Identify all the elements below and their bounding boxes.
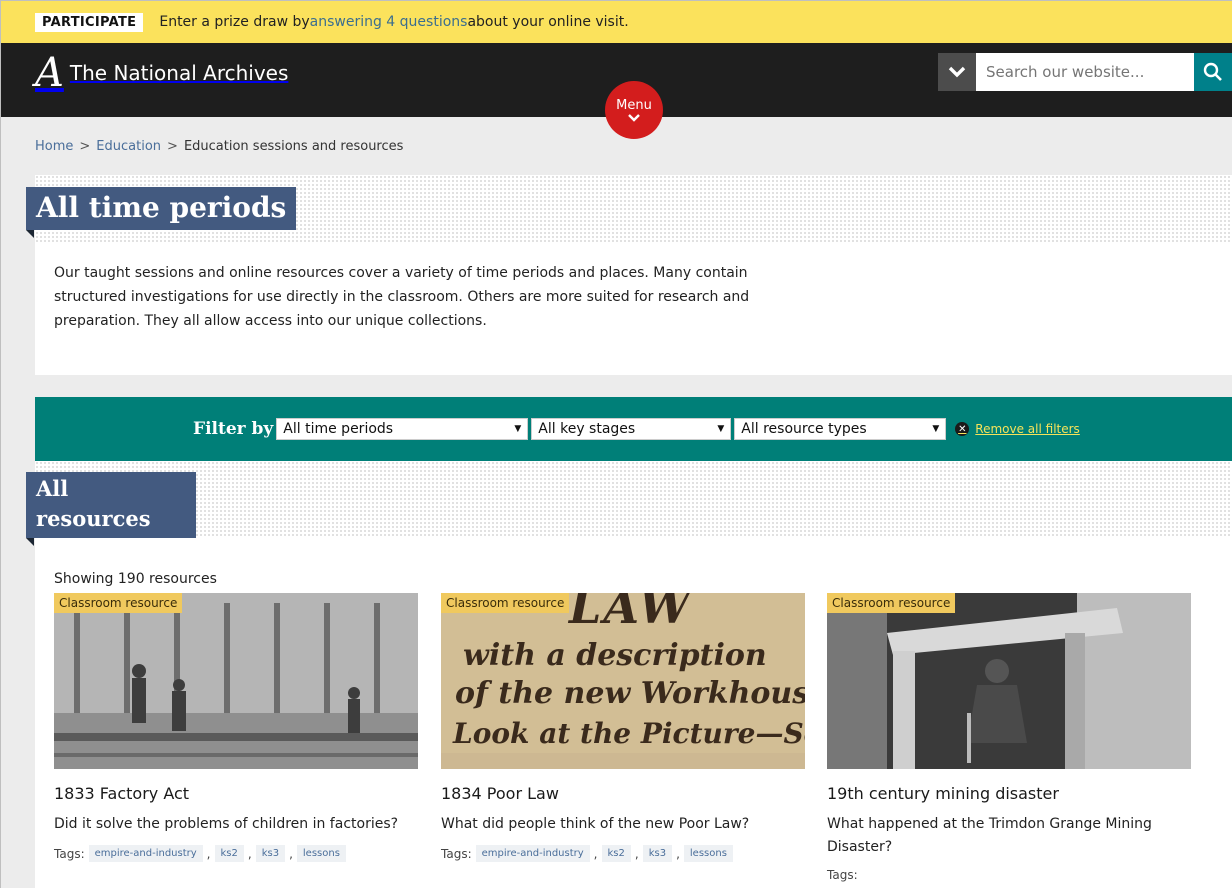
site-name: The National Archives xyxy=(69,61,289,85)
menu-label: Menu xyxy=(616,98,652,113)
tag-link[interactable]: ks2 xyxy=(601,845,631,862)
resource-type-select[interactable]: All resource types ▼ xyxy=(734,418,947,440)
resource-question: What did people think of the new Poor La… xyxy=(441,816,750,832)
resource-type-badge: Classroom resource xyxy=(54,593,183,613)
breadcrumb-current: Education sessions and resources xyxy=(183,138,404,154)
tag-link[interactable]: ks3 xyxy=(255,845,286,862)
intro-text: Our taught sessions and online resources… xyxy=(54,265,750,329)
resource-type-badge: Classroom resource xyxy=(827,593,956,613)
factory-engraving xyxy=(54,593,418,769)
poster-line: of the new Workhouses xyxy=(455,676,805,711)
site-logo[interactable]: A The National Archives xyxy=(35,53,288,93)
filter-bar: Filter by All time periods ▼ All key sta… xyxy=(35,397,1232,461)
tags-label: Tags: xyxy=(441,846,472,861)
banner-text-after: about your online visit. xyxy=(467,14,629,30)
tag-link[interactable]: ks3 xyxy=(642,845,673,862)
remove-filters-label: Remove all filters xyxy=(975,422,1080,436)
resource-tags: Tags: xyxy=(827,868,1191,882)
time-period-value: All time periods xyxy=(283,421,394,437)
tags-label: Tags: xyxy=(54,846,85,861)
resource-title[interactable]: 19th century mining disaster xyxy=(827,784,1191,803)
breadcrumb-separator: > xyxy=(167,138,178,154)
banner-text-before: Enter a prize draw by xyxy=(159,14,310,30)
dotted-background xyxy=(35,461,1232,537)
breadcrumb-home[interactable]: Home xyxy=(35,139,73,154)
resource-card-poor-law[interactable]: Classroom resource LAW with a descriptio… xyxy=(441,593,805,862)
tag-link[interactable]: empire-and-industry xyxy=(475,845,590,862)
tags-label: Tags: xyxy=(827,868,858,882)
resource-image-factory[interactable]: Classroom resource xyxy=(54,593,418,769)
poor-law-poster: LAW with a description of the new Workho… xyxy=(441,593,805,769)
resource-image-mining[interactable]: Classroom resource xyxy=(827,593,1191,769)
site-search xyxy=(938,53,1232,91)
dropdown-arrow-icon: ▼ xyxy=(932,424,940,434)
resource-title[interactable]: 1834 Poor Law xyxy=(441,784,805,803)
chevron-down-icon xyxy=(948,66,966,78)
page-title: All time periods xyxy=(26,187,297,238)
tag-link[interactable]: lessons xyxy=(296,845,346,862)
archives-logo-mark: A xyxy=(35,50,64,96)
resources-section: All resources Showing 190 resources Clas… xyxy=(26,461,1232,888)
resource-type-badge: Classroom resource xyxy=(441,593,570,613)
resource-card-mining-disaster[interactable]: Classroom resource 19th century mining d… xyxy=(827,593,1191,882)
search-icon xyxy=(1203,62,1222,81)
poster-line: with a description xyxy=(463,638,767,673)
participate-tag: PARTICIPATE xyxy=(35,12,144,32)
resource-type-value: All resource types xyxy=(741,421,867,437)
close-icon: ✕ xyxy=(955,422,970,436)
filter-label: Filter by xyxy=(193,419,274,439)
search-input[interactable] xyxy=(976,53,1194,91)
chevron-down-icon xyxy=(628,114,640,122)
poster-line: Look at the Picture—See xyxy=(452,717,805,750)
tag-link[interactable]: empire-and-industry xyxy=(88,845,203,862)
breadcrumb-separator: > xyxy=(79,138,91,154)
resource-image-poor-law[interactable]: Classroom resource LAW with a descriptio… xyxy=(441,593,805,769)
participate-banner: PARTICIPATE Enter a prize draw by answer… xyxy=(1,1,1232,43)
tag-link[interactable]: ks2 xyxy=(214,845,244,862)
resource-card-factory-act[interactable]: Classroom resource 1833 Factory Act Did … xyxy=(54,593,418,862)
tag-link[interactable]: lessons xyxy=(683,845,733,862)
search-scope-dropdown[interactable] xyxy=(938,53,976,91)
breadcrumb-education[interactable]: Education xyxy=(96,139,161,154)
resource-question: What happened at the Trimdon Grange Mini… xyxy=(827,816,1152,855)
page: PARTICIPATE Enter a prize draw by answer… xyxy=(0,0,1232,888)
key-stage-value: All key stages xyxy=(538,421,636,437)
time-period-select[interactable]: All time periods ▼ xyxy=(276,418,529,440)
dropdown-arrow-icon: ▼ xyxy=(717,424,725,434)
search-button[interactable] xyxy=(1194,53,1232,91)
intro-panel: All time periods Our taught sessions and… xyxy=(26,175,1232,375)
svg-text:LAW: LAW xyxy=(567,593,695,634)
remove-all-filters-link[interactable]: ✕ Remove all filters xyxy=(955,422,1080,436)
resource-question: Did it solve the problems of children in… xyxy=(54,816,399,832)
menu-button[interactable]: Menu xyxy=(605,81,663,139)
resource-count: Showing 190 resources xyxy=(54,571,217,587)
survey-link[interactable]: answering 4 questions xyxy=(310,14,468,30)
resource-tags: Tags: empire-and-industry, ks2, ks3, les… xyxy=(441,845,805,862)
resources-title: All resources xyxy=(26,472,196,546)
resource-tags: Tags: empire-and-industry, ks2, ks3, les… xyxy=(54,845,418,862)
site-header: A The National Archives Menu xyxy=(1,43,1232,139)
dropdown-arrow-icon: ▼ xyxy=(514,424,522,434)
key-stage-select[interactable]: All key stages ▼ xyxy=(531,418,732,440)
resource-title[interactable]: 1833 Factory Act xyxy=(54,784,418,803)
mine-photograph xyxy=(827,593,1191,769)
